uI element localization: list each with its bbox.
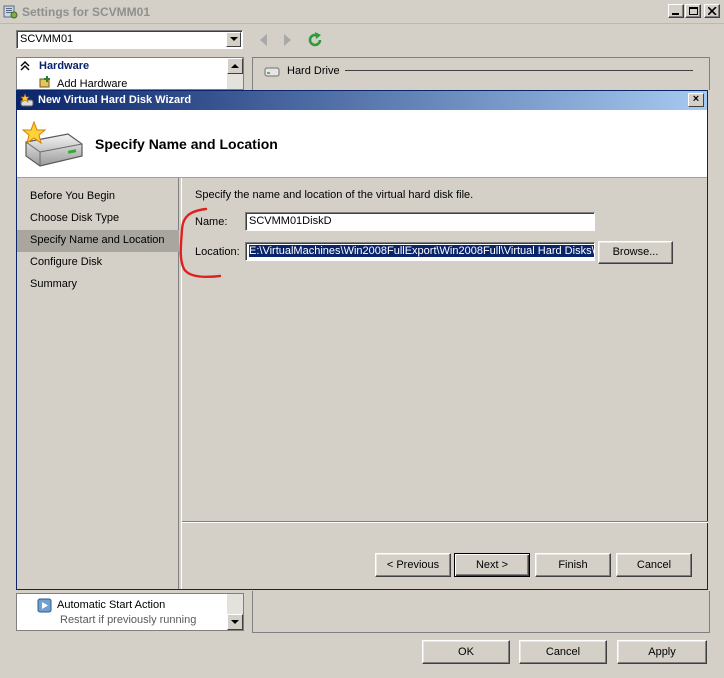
- step-before-you-begin[interactable]: Before You Begin: [17, 186, 179, 208]
- cancel-button[interactable]: Cancel: [519, 640, 607, 664]
- next-button[interactable]: Next >: [454, 553, 530, 577]
- add-hardware-item[interactable]: Add Hardware: [57, 78, 127, 90]
- previous-button[interactable]: < Previous: [375, 553, 451, 577]
- name-input-value: SCVMM01DiskD: [249, 215, 332, 227]
- list-item-subtitle: Restart if previously running: [60, 614, 197, 626]
- collapse-chevron-icon[interactable]: [20, 61, 30, 71]
- step-summary[interactable]: Summary: [17, 274, 179, 296]
- add-hardware-icon: [39, 76, 50, 88]
- wizard-content: Specify the name and location of the vir…: [181, 178, 708, 589]
- step-configure-disk[interactable]: Configure Disk: [17, 252, 179, 274]
- instruction-text: Specify the name and location of the vir…: [195, 189, 474, 201]
- start-action-icon: [37, 598, 52, 613]
- section-divider: [345, 70, 693, 71]
- wizard-separator: [182, 521, 708, 523]
- minimize-button[interactable]: [668, 4, 684, 18]
- wizard-header: Specify Name and Location: [17, 110, 707, 178]
- ok-button[interactable]: OK: [422, 640, 510, 664]
- new-disk-wizard-icon: [21, 120, 83, 167]
- new-vhd-wizard: New Virtual Hard Disk Wizard × Specify N…: [16, 90, 708, 590]
- wizard-cancel-button[interactable]: Cancel: [616, 553, 692, 577]
- list-item-title[interactable]: Automatic Start Action: [57, 599, 165, 611]
- details-panel-bottom: [252, 591, 710, 633]
- chevron-down-icon: [230, 37, 238, 41]
- close-icon: [708, 7, 717, 15]
- location-input-value: E:\VirtualMachines\Win2008FullExport\Win…: [249, 245, 595, 257]
- hardware-header: Hardware: [39, 60, 90, 72]
- section-title: Hard Drive: [287, 65, 340, 77]
- vm-select-value: SCVMM01: [20, 33, 74, 45]
- vm-settings-icon: [3, 5, 18, 19]
- wizard-title: New Virtual Hard Disk Wizard: [38, 94, 192, 106]
- details-panel: Hard Drive: [252, 57, 710, 90]
- close-window-button[interactable]: [704, 4, 720, 18]
- maximize-button[interactable]: [685, 4, 701, 18]
- new-disk-wizard-icon: [20, 93, 34, 107]
- hardware-list-scrollbar[interactable]: [227, 58, 243, 89]
- step-specify-name-location[interactable]: Specify Name and Location: [17, 230, 179, 252]
- management-list-scrollbar[interactable]: [227, 594, 243, 630]
- page-title: Specify Name and Location: [95, 136, 278, 152]
- browse-button[interactable]: Browse...: [598, 241, 673, 264]
- refresh-icon[interactable]: [306, 31, 324, 49]
- wizard-title-bar: New Virtual Hard Disk Wizard ×: [17, 91, 707, 110]
- location-input[interactable]: E:\VirtualMachines\Win2008FullExport\Win…: [245, 242, 595, 261]
- settings-title-bar: Settings for SCVMM01: [0, 0, 724, 24]
- settings-title: Settings for SCVMM01: [22, 5, 151, 19]
- vm-select[interactable]: SCVMM01: [16, 30, 243, 49]
- chevron-up-icon: [231, 64, 239, 68]
- wizard-steps: Before You Begin Choose Disk Type Specif…: [17, 178, 179, 589]
- hard-drive-icon: [264, 67, 280, 77]
- back-arrow-icon[interactable]: [258, 33, 270, 47]
- forward-arrow-icon[interactable]: [281, 33, 293, 47]
- scroll-up-button[interactable]: [227, 58, 243, 74]
- apply-button[interactable]: Apply: [617, 640, 707, 664]
- vm-select-dropdown-button[interactable]: [226, 32, 241, 47]
- finish-button[interactable]: Finish: [535, 553, 611, 577]
- wizard-close-button[interactable]: ×: [688, 93, 704, 107]
- management-list[interactable]: Automatic Start Action Restart if previo…: [16, 593, 244, 631]
- close-icon: ×: [692, 93, 700, 105]
- chevron-down-icon: [231, 620, 239, 624]
- step-choose-disk-type[interactable]: Choose Disk Type: [17, 208, 179, 230]
- hardware-list[interactable]: Hardware Add Hardware: [16, 57, 244, 90]
- annotation-bracket: [179, 207, 222, 279]
- name-input[interactable]: SCVMM01DiskD: [245, 212, 595, 231]
- scroll-down-button[interactable]: [227, 614, 243, 630]
